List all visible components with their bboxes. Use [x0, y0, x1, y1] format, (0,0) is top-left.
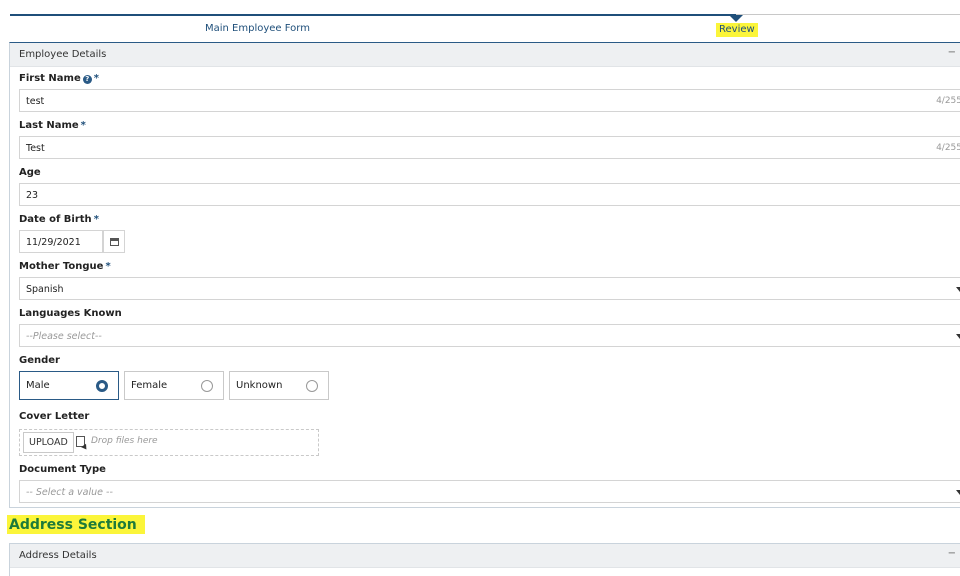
chevron-down-icon	[956, 334, 960, 339]
step-main-employee-form[interactable]: Main Employee Form	[205, 23, 310, 34]
document-type-label: Document Type	[19, 464, 106, 475]
required-marker: *	[105, 261, 111, 272]
languages-known-select[interactable]: --Please select--	[19, 324, 960, 347]
required-marker: *	[80, 120, 86, 131]
required-marker: *	[93, 73, 99, 84]
last-name-label: Last Name *	[19, 120, 86, 131]
cover-letter-label: Cover Letter	[19, 411, 90, 422]
address-section-title: Address Section	[7, 515, 145, 534]
panel-title: Address Details	[19, 550, 97, 561]
char-counter: 4/255	[936, 143, 960, 153]
help-icon[interactable]: ?	[82, 75, 92, 84]
first-name-label: First Name? *	[19, 73, 99, 84]
char-counter: 4/255	[936, 96, 960, 106]
employee-details-header[interactable]: Employee Details −	[10, 43, 960, 67]
radio-icon[interactable]	[306, 380, 318, 392]
address-details-header[interactable]: Address Details −	[10, 544, 960, 568]
gender-option-unknown[interactable]: Unknown	[229, 371, 329, 400]
gender-option-female[interactable]: Female	[124, 371, 224, 400]
collapse-icon[interactable]: −	[948, 548, 956, 559]
gender-option-male[interactable]: Male	[19, 371, 119, 400]
first-name-input[interactable]: test 4/255	[19, 89, 960, 112]
panel-title: Employee Details	[19, 49, 107, 60]
dob-input[interactable]: 11/29/2021	[19, 230, 103, 253]
age-input[interactable]: 23	[19, 183, 960, 206]
employee-details-panel: Employee Details − First Name? * test 4/2…	[9, 42, 960, 508]
mother-tongue-label: Mother Tongue *	[19, 261, 111, 272]
drop-files-hint: Drop files here	[91, 436, 158, 446]
chevron-down-icon	[956, 490, 960, 495]
calendar-button[interactable]	[103, 230, 125, 253]
address-details-panel: Address Details −	[9, 543, 960, 576]
radio-selected-icon[interactable]	[96, 380, 108, 392]
step-review[interactable]: Review	[716, 23, 758, 37]
gender-label: Gender	[19, 355, 60, 366]
active-step-indicator	[729, 15, 743, 22]
form-stepper: Main Employee Form Review	[10, 0, 960, 42]
radio-icon[interactable]	[201, 380, 213, 392]
document-type-select[interactable]: -- Select a value --	[19, 480, 960, 503]
collapse-icon[interactable]: −	[948, 47, 956, 58]
languages-known-label: Languages Known	[19, 308, 122, 319]
dob-label: Date of Birth *	[19, 214, 99, 225]
age-label: Age	[19, 167, 41, 178]
file-upload-icon	[76, 436, 85, 447]
stepper-progress-line	[10, 14, 736, 16]
calendar-icon	[109, 237, 119, 246]
upload-button[interactable]: UPLOAD	[23, 432, 74, 453]
file-drop-zone[interactable]: UPLOAD Drop files here	[19, 429, 319, 456]
last-name-input[interactable]: Test 4/255	[19, 136, 960, 159]
mother-tongue-select[interactable]: Spanish	[19, 277, 960, 300]
stepper-track-line	[736, 14, 960, 15]
chevron-down-icon	[956, 287, 960, 292]
required-marker: *	[93, 214, 99, 225]
